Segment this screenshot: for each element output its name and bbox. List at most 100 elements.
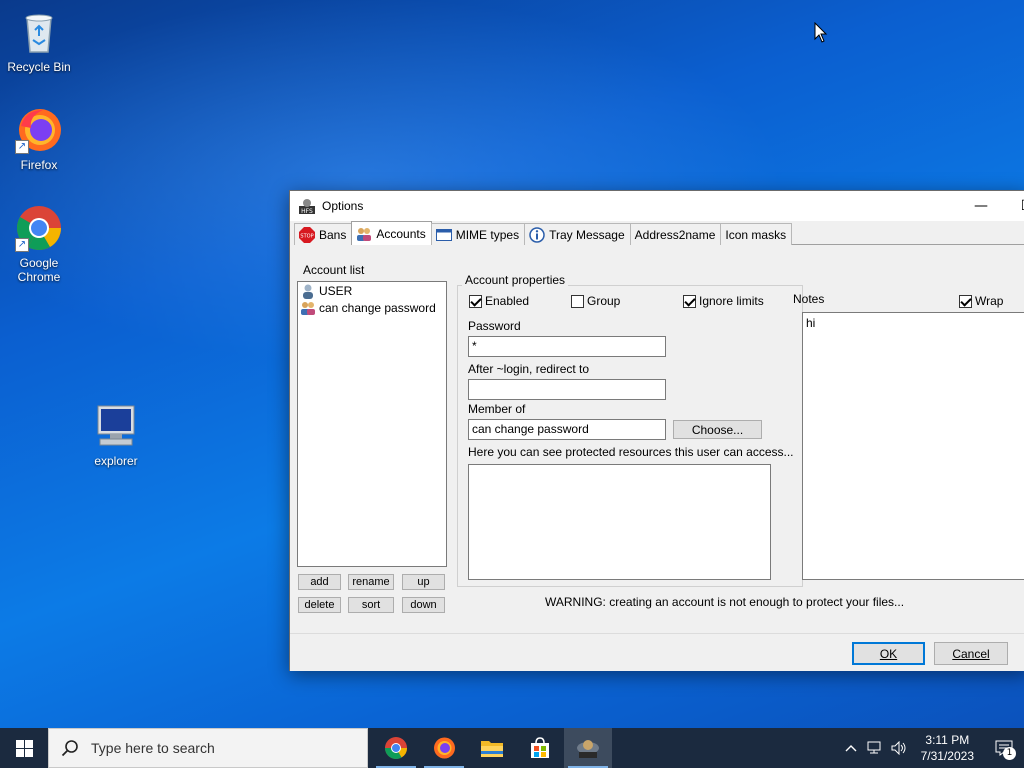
ok-button[interactable]: OK: [852, 642, 925, 665]
desktop-icon-explorer[interactable]: explorer: [78, 402, 154, 468]
recycle-bin-icon: [15, 8, 63, 56]
tab-strip: STOP Bans Accounts MIME types Tray Messa…: [294, 221, 1024, 245]
firefox-icon: [434, 737, 455, 759]
title-bar[interactable]: HFS Options — ☐: [290, 191, 1024, 221]
delete-button[interactable]: delete: [298, 597, 341, 613]
checkbox-box: [469, 294, 482, 308]
up-button[interactable]: up: [402, 574, 445, 590]
notification-center-icon[interactable]: 1: [984, 728, 1024, 768]
rename-button[interactable]: rename: [348, 574, 394, 590]
chrome-icon: [385, 737, 407, 759]
network-icon[interactable]: [863, 728, 887, 768]
tab-bans[interactable]: STOP Bans: [294, 223, 353, 245]
tab-label: Tray Message: [549, 227, 625, 242]
tab-address2name[interactable]: Address2name: [629, 223, 722, 245]
checkbox-box: [683, 294, 696, 308]
user-icon: [303, 284, 313, 299]
taskbar-file-explorer[interactable]: [468, 728, 516, 768]
account-name: can change password: [319, 300, 436, 315]
chevron-up-icon[interactable]: [839, 728, 863, 768]
clock-time: 3:11 PM: [925, 733, 970, 747]
tab-label: Icon masks: [725, 227, 787, 242]
taskbar-hfs[interactable]: [564, 728, 612, 768]
search-icon: [61, 740, 78, 757]
volume-icon[interactable]: [887, 728, 911, 768]
add-button[interactable]: add: [298, 574, 341, 590]
svg-text:STOP: STOP: [300, 233, 313, 239]
hfs-app-icon: HFS: [299, 199, 315, 215]
start-button[interactable]: [0, 728, 48, 768]
info-icon: [529, 226, 545, 243]
checkbox-box: [571, 294, 584, 308]
folder-icon: [481, 741, 503, 757]
tab-mime-types[interactable]: MIME types: [430, 223, 526, 245]
ok-label: OK: [879, 646, 898, 661]
account-properties-title: Account properties: [462, 273, 569, 287]
users-icon: [357, 227, 372, 241]
clock[interactable]: 3:11 PM 7/31/2023: [921, 732, 974, 764]
svg-text:HFS: HFS: [301, 208, 313, 215]
windows-logo-icon: [15, 739, 33, 757]
warning-text: WARNING: creating an account is not enou…: [545, 595, 905, 609]
taskbar: Type here to search 3:11 PM 7/31/2023 1: [0, 728, 1024, 768]
desktop-icon-google-chrome[interactable]: ↗ Google Chrome: [1, 204, 77, 284]
window-icon: [435, 228, 452, 241]
list-item[interactable]: can change password: [298, 299, 446, 316]
group-checkbox[interactable]: Group: [571, 294, 620, 308]
sort-button[interactable]: sort: [348, 597, 394, 613]
computer-icon: [92, 402, 140, 450]
options-window: HFS Options — ☐ STOP Bans Accounts: [289, 190, 1024, 671]
down-button[interactable]: down: [402, 597, 445, 613]
desktop-icon-label: Firefox: [20, 158, 58, 172]
shortcut-arrow-icon: ↗: [15, 140, 29, 154]
cancel-button[interactable]: Cancel: [934, 642, 1008, 665]
tab-tray-message[interactable]: Tray Message: [524, 223, 631, 245]
ignore-limits-checkbox[interactable]: Ignore limits: [683, 294, 764, 308]
list-item[interactable]: USER: [298, 282, 446, 299]
tab-accounts[interactable]: Accounts: [351, 221, 432, 245]
wrap-checkbox[interactable]: Wrap: [959, 294, 1003, 308]
desktop-icon-label: Google Chrome: [17, 256, 61, 284]
choose-button[interactable]: Choose...: [673, 420, 762, 439]
ignore-limits-label: Ignore limits: [699, 294, 764, 308]
checkbox-box: [959, 294, 972, 308]
desktop-icon-recycle-bin[interactable]: Recycle Bin: [1, 8, 77, 74]
tab-label: Bans: [319, 227, 347, 242]
tab-icon-masks[interactable]: Icon masks: [720, 223, 793, 245]
desktop-icon-firefox[interactable]: ↗ Firefox: [1, 106, 77, 172]
notes-textarea[interactable]: hi: [802, 312, 1024, 580]
tab-label: Address2name: [634, 227, 716, 242]
taskbar-chrome[interactable]: [372, 728, 420, 768]
hfs-app-icon: [577, 740, 599, 758]
enabled-label: Enabled: [485, 294, 530, 308]
shortcut-arrow-icon: ↗: [15, 238, 29, 252]
notes-label: Notes: [793, 292, 825, 306]
desktop-icon-label: explorer: [94, 454, 138, 468]
taskbar-firefox[interactable]: [420, 728, 468, 768]
account-list[interactable]: USER can change password: [297, 281, 447, 567]
minimize-button[interactable]: —: [958, 191, 1004, 221]
wrap-label: Wrap: [975, 294, 1004, 308]
account-list-label: Account list: [303, 263, 365, 277]
password-field[interactable]: *: [468, 336, 666, 357]
member-of-label: Member of: [468, 402, 526, 416]
maximize-button[interactable]: ☐: [1004, 191, 1024, 221]
account-name: USER: [319, 283, 353, 298]
mouse-cursor-icon: [814, 22, 828, 43]
search-placeholder: Type here to search: [91, 740, 215, 756]
chrome-icon: ↗: [15, 204, 63, 252]
resources-list[interactable]: [468, 464, 771, 580]
tab-label: MIME types: [455, 227, 520, 242]
member-of-field[interactable]: can change password: [468, 419, 666, 440]
search-input[interactable]: Type here to search: [48, 728, 368, 768]
redirect-label: After ~login, redirect to: [468, 362, 590, 376]
store-icon: [531, 737, 549, 758]
desktop-icon-label: Recycle Bin: [7, 60, 71, 74]
redirect-field[interactable]: [468, 379, 666, 400]
group-label: Group: [587, 294, 621, 308]
clock-date: 7/31/2023: [920, 749, 974, 763]
enabled-checkbox[interactable]: Enabled: [469, 294, 529, 308]
taskbar-store[interactable]: [516, 728, 564, 768]
firefox-icon: ↗: [15, 106, 63, 154]
cancel-label: Cancel: [952, 646, 990, 661]
